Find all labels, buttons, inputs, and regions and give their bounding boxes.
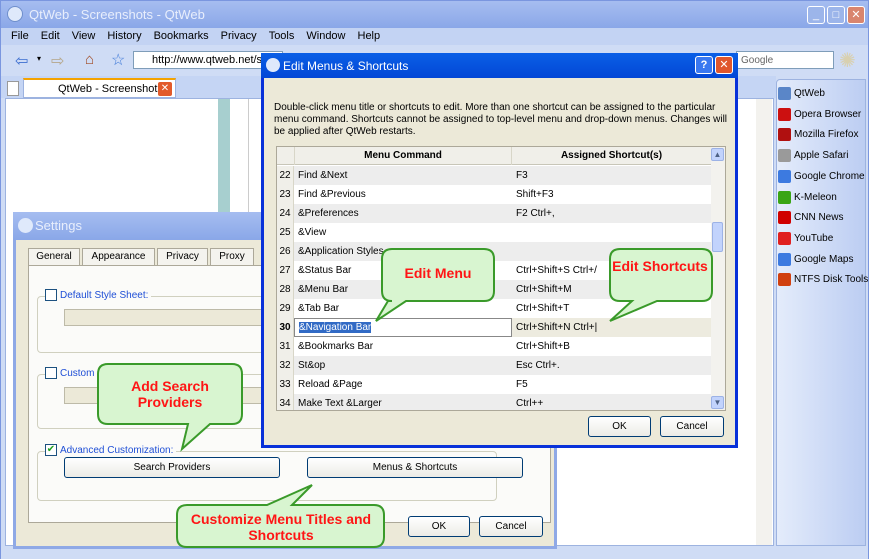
add-search-callout: Add Search Providers [131, 378, 209, 410]
edit-menu-callout: Edit Menu [404, 265, 472, 281]
customize-callout: Customize Menu Titles and Shortcuts [190, 511, 372, 543]
edit-shortcuts-callout: Edit Shortcuts [612, 258, 708, 274]
edit-menu-callout-shape [375, 248, 495, 322]
